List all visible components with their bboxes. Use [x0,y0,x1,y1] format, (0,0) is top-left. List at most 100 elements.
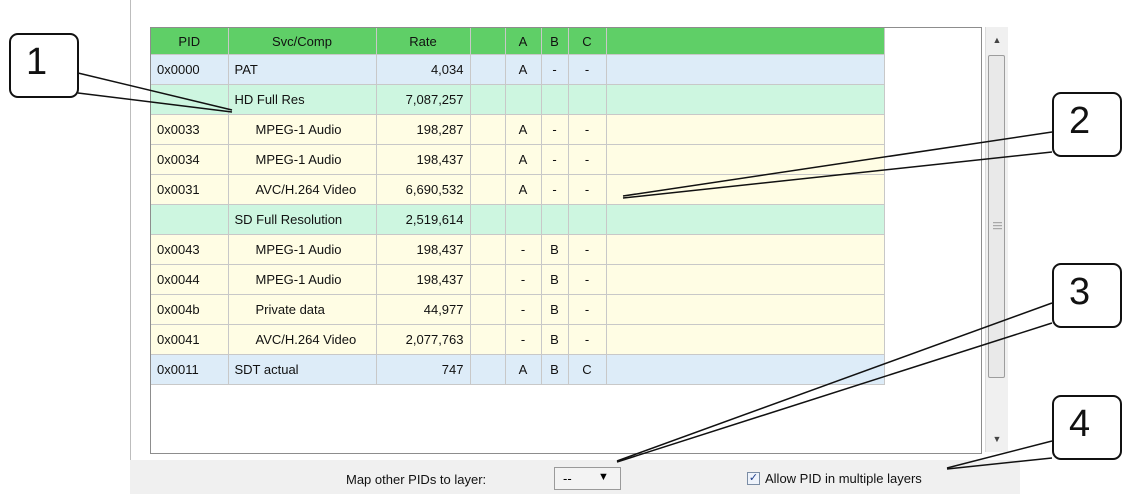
cell-svc[interactable]: HD Full Res [228,84,377,115]
cell-blank[interactable] [470,204,506,235]
table-row[interactable]: 0x0000 PAT 4,034 A - - [151,54,885,85]
table-row[interactable]: 0x0011 SDT actual 747 A B C [151,354,885,385]
cell-svc[interactable]: Private data [228,294,377,325]
cell-rate[interactable]: 7,087,257 [376,84,471,115]
cell-extra[interactable] [606,54,885,85]
table-row[interactable]: SD Full Resolution 2,519,614 [151,204,885,235]
cell-layer-c[interactable]: - [568,54,607,85]
cell-pid[interactable]: 0x0043 [151,234,229,265]
cell-extra[interactable] [606,84,885,115]
cell-layer-c[interactable] [568,84,607,115]
cell-layer-a[interactable]: - [505,294,542,325]
cell-extra[interactable] [606,114,885,145]
scroll-up-arrow-icon[interactable]: ▲ [986,31,1008,49]
cell-pid[interactable]: 0x004b [151,294,229,325]
cell-pid[interactable]: 0x0034 [151,144,229,175]
cell-svc[interactable]: AVC/H.264 Video [228,324,377,355]
cell-rate[interactable]: 198,437 [376,264,471,295]
cell-rate[interactable]: 198,437 [376,144,471,175]
cell-svc[interactable]: SD Full Resolution [228,204,377,235]
cell-extra[interactable] [606,144,885,175]
cell-rate[interactable]: 44,977 [376,294,471,325]
cell-rate[interactable]: 2,519,614 [376,204,471,235]
cell-blank[interactable] [470,84,506,115]
col-header-svc[interactable]: Svc/Comp [228,28,377,55]
cell-layer-a[interactable]: - [505,234,542,265]
cell-blank[interactable] [470,294,506,325]
cell-layer-b[interactable]: B [541,234,569,265]
cell-layer-a[interactable]: A [505,114,542,145]
cell-extra[interactable] [606,324,885,355]
cell-svc[interactable]: SDT actual [228,354,377,385]
cell-extra[interactable] [606,294,885,325]
col-header-blank[interactable] [470,28,506,55]
cell-rate[interactable]: 198,287 [376,114,471,145]
cell-layer-b[interactable] [541,84,569,115]
cell-svc[interactable]: AVC/H.264 Video [228,174,377,205]
cell-svc[interactable]: MPEG-1 Audio [228,144,377,175]
cell-blank[interactable] [470,144,506,175]
cell-blank[interactable] [470,324,506,355]
cell-layer-a[interactable]: - [505,324,542,355]
table-row[interactable]: 0x0041 AVC/H.264 Video 2,077,763 - B - [151,324,885,355]
cell-layer-b[interactable]: - [541,54,569,85]
cell-blank[interactable] [470,264,506,295]
cell-extra[interactable] [606,204,885,235]
cell-extra[interactable] [606,234,885,265]
col-header-b[interactable]: B [541,28,569,55]
cell-rate[interactable]: 2,077,763 [376,324,471,355]
cell-layer-a[interactable]: A [505,174,542,205]
cell-rate[interactable]: 198,437 [376,234,471,265]
cell-layer-a[interactable] [505,84,542,115]
allow-multiple-layers-option[interactable]: ✓ Allow PID in multiple layers [747,471,922,486]
cell-layer-c[interactable]: - [568,114,607,145]
cell-blank[interactable] [470,54,506,85]
table-row[interactable]: 0x0044 MPEG-1 Audio 198,437 - B - [151,264,885,295]
cell-layer-b[interactable]: B [541,294,569,325]
cell-layer-c[interactable]: - [568,324,607,355]
cell-layer-c[interactable]: C [568,354,607,385]
cell-pid[interactable]: 0x0033 [151,114,229,145]
cell-pid[interactable] [151,84,229,115]
cell-layer-c[interactable]: - [568,144,607,175]
cell-layer-a[interactable]: - [505,264,542,295]
cell-pid[interactable]: 0x0041 [151,324,229,355]
col-header-pid[interactable]: PID [151,28,229,55]
cell-blank[interactable] [470,174,506,205]
col-header-a[interactable]: A [505,28,542,55]
cell-layer-c[interactable]: - [568,234,607,265]
table-row[interactable]: 0x0043 MPEG-1 Audio 198,437 - B - [151,234,885,265]
cell-extra[interactable] [606,264,885,295]
cell-svc[interactable]: MPEG-1 Audio [228,264,377,295]
cell-pid[interactable]: 0x0044 [151,264,229,295]
table-row[interactable]: 0x0031 AVC/H.264 Video 6,690,532 A - - [151,174,885,205]
cell-layer-a[interactable] [505,204,542,235]
cell-layer-b[interactable]: B [541,264,569,295]
cell-pid[interactable] [151,204,229,235]
cell-svc[interactable]: MPEG-1 Audio [228,114,377,145]
cell-layer-c[interactable]: - [568,264,607,295]
table-row[interactable]: 0x004b Private data 44,977 - B - [151,294,885,325]
table-row[interactable]: 0x0033 MPEG-1 Audio 198,287 A - - [151,114,885,145]
cell-layer-a[interactable]: A [505,54,542,85]
cell-layer-b[interactable]: - [541,144,569,175]
cell-blank[interactable] [470,234,506,265]
cell-layer-c[interactable]: - [568,294,607,325]
scroll-thumb[interactable]: — — — [988,55,1005,378]
cell-layer-c[interactable] [568,204,607,235]
cell-layer-c[interactable]: - [568,174,607,205]
cell-pid[interactable]: 0x0031 [151,174,229,205]
cell-extra[interactable] [606,354,885,385]
col-header-extra[interactable] [606,28,885,55]
cell-rate[interactable]: 4,034 [376,54,471,85]
vertical-scrollbar[interactable]: ▲ — — — ▼ [985,27,1008,452]
scroll-down-arrow-icon[interactable]: ▼ [986,430,1008,448]
allow-multiple-layers-checkbox[interactable]: ✓ [747,472,760,485]
cell-layer-a[interactable]: A [505,354,542,385]
table-row[interactable]: HD Full Res 7,087,257 [151,84,885,115]
cell-layer-b[interactable]: - [541,114,569,145]
cell-blank[interactable] [470,114,506,145]
cell-pid[interactable]: 0x0000 [151,54,229,85]
cell-svc[interactable]: MPEG-1 Audio [228,234,377,265]
cell-blank[interactable] [470,354,506,385]
